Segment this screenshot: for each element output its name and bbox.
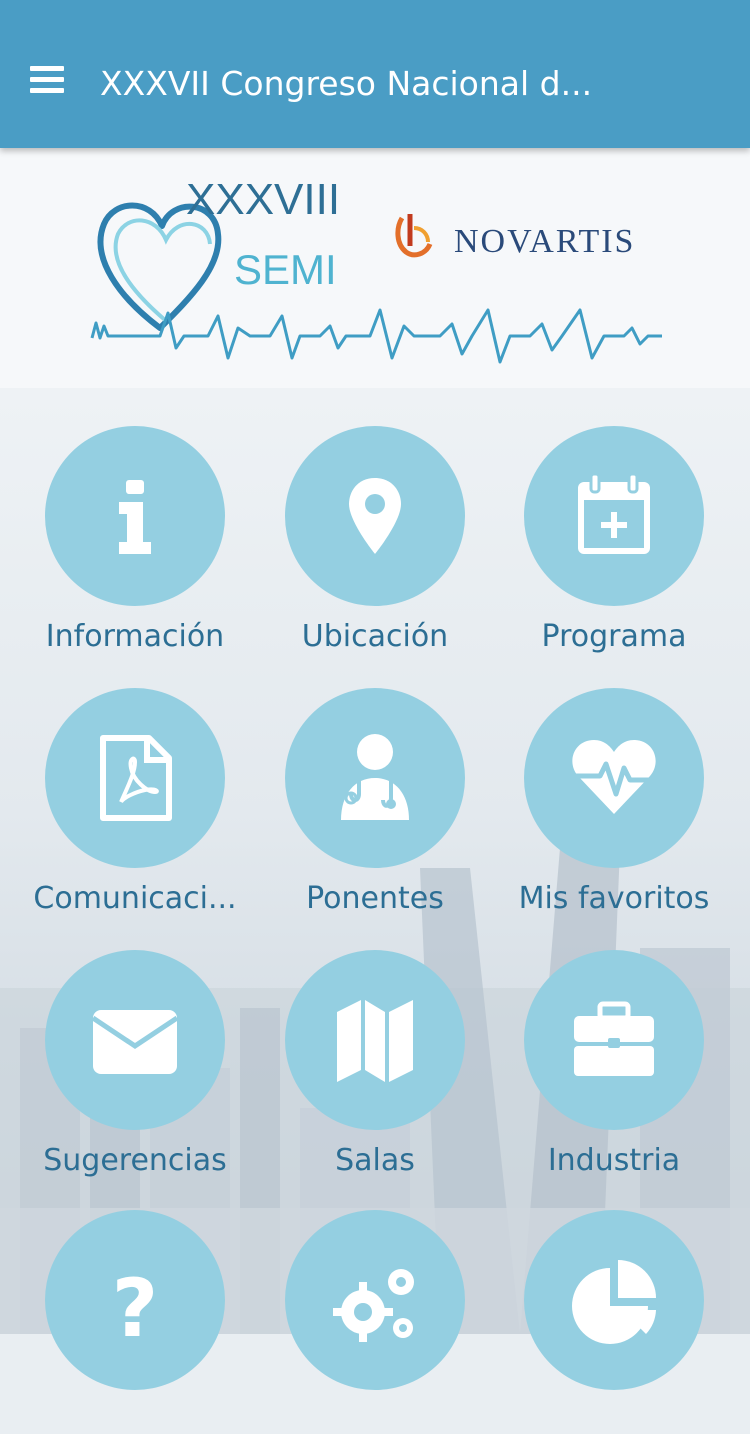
location-pin-icon [285, 426, 465, 606]
question-icon: ? [45, 1210, 225, 1390]
pie-chart-icon [524, 1210, 704, 1390]
tile-informacion[interactable]: Información [15, 388, 255, 654]
tile-programa[interactable]: Programa [494, 388, 734, 654]
doctor-icon [285, 688, 465, 868]
svg-text:?: ? [112, 1262, 158, 1350]
tile-ubicacion[interactable]: Ubicación [255, 388, 495, 654]
novartis-logo-icon [395, 214, 433, 258]
tile-mis-favoritos[interactable]: Mis favoritos [494, 650, 734, 916]
event-org-text: SEMI [234, 246, 337, 293]
menu-icon[interactable] [28, 60, 66, 96]
tile-comunicaciones[interactable]: Comunicaci... [15, 650, 255, 916]
pdf-document-icon [45, 688, 225, 868]
tile-settings[interactable] [255, 1172, 495, 1434]
envelope-icon [45, 950, 225, 1130]
heart-pulse-icon [524, 688, 704, 868]
tile-salas[interactable]: Salas [255, 912, 495, 1178]
event-roman-text: XXXVIII [186, 175, 340, 224]
info-icon [45, 426, 225, 606]
semi-novartis-logo: XXXVIII SEMI NOVARTIS [90, 175, 662, 364]
briefcase-icon [524, 950, 704, 1130]
event-banner: XXXVIII SEMI NOVARTIS [0, 148, 750, 389]
app-bar: XXXVII Congreso Nacional d... [0, 0, 750, 148]
tile-ponentes[interactable]: Ponentes [255, 650, 495, 916]
map-icon [285, 950, 465, 1130]
sponsor-name: NOVARTIS [454, 223, 635, 260]
tile-statistics[interactable] [494, 1172, 734, 1434]
gears-icon [285, 1210, 465, 1390]
tile-sugerencias[interactable]: Sugerencias [15, 912, 255, 1178]
app-title: XXXVII Congreso Nacional d... [100, 64, 593, 103]
tile-industria[interactable]: Industria [494, 912, 734, 1178]
tile-help[interactable]: ? [15, 1172, 255, 1434]
calendar-add-icon [524, 426, 704, 606]
